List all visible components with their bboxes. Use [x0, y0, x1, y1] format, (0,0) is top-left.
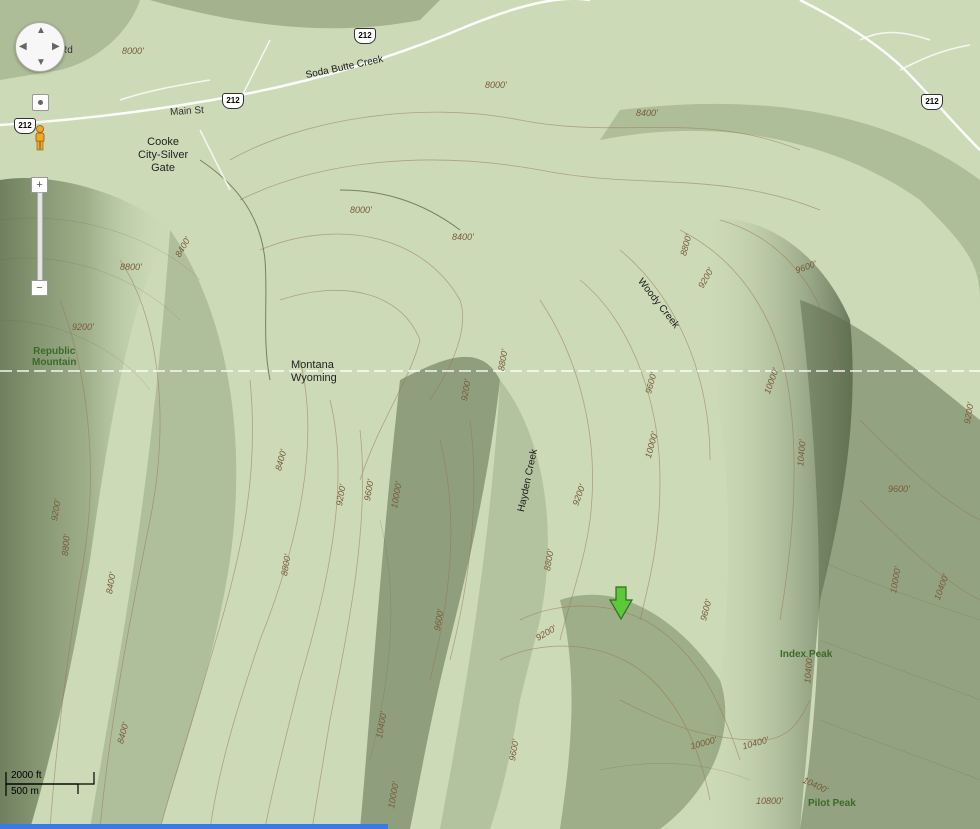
- scale-label-ft: 2000 ft: [11, 770, 42, 781]
- location-marker-icon[interactable]: [608, 586, 634, 620]
- pan-up-icon[interactable]: ▲: [36, 25, 46, 36]
- contour-label: 9600': [888, 484, 910, 494]
- contour-label: 8400': [452, 232, 474, 242]
- peak-label-pilot: Pilot Peak: [808, 798, 856, 809]
- zoom-out-button[interactable]: −: [31, 280, 48, 296]
- peak-label-index: Index Peak: [780, 649, 833, 660]
- route-shield-icon: 212: [354, 28, 376, 44]
- place-label-cooke-city: Cooke City-Silver Gate: [138, 136, 189, 174]
- pan-right-icon[interactable]: ▶: [52, 41, 60, 52]
- pan-control[interactable]: ▲ ▼ ◀ ▶: [15, 22, 65, 72]
- contour-label: 10800': [756, 796, 783, 806]
- contour-label: 8000': [485, 80, 507, 90]
- reset-view-button[interactable]: [32, 94, 49, 111]
- map-canvas[interactable]: 8000' 8000' 8000' 8400' 8400' 8400' 8400…: [0, 0, 980, 829]
- state-label-wyoming: Wyoming: [291, 372, 337, 384]
- scale-bar: 2000 ft 500 m: [5, 770, 100, 800]
- zoom-in-button[interactable]: +: [31, 177, 48, 193]
- road-label-main-st: Main St: [169, 104, 205, 119]
- zoom-slider-track[interactable]: [37, 192, 43, 282]
- loading-bar: [0, 824, 388, 829]
- route-shield-icon: 212: [921, 94, 943, 110]
- peak-label-republic: Republic Mountain: [32, 346, 77, 368]
- contour-label: 8400': [636, 108, 658, 118]
- contour-label: 8800': [120, 262, 142, 272]
- pan-left-icon[interactable]: ◀: [19, 41, 27, 52]
- street-view-pegman-icon[interactable]: [31, 125, 49, 151]
- contour-label: 9200': [72, 322, 94, 332]
- terrain-layer: [0, 0, 980, 829]
- scale-label-m: 500 m: [11, 786, 39, 797]
- reset-dot-icon: [38, 100, 43, 105]
- route-shield-icon: 212: [222, 93, 244, 109]
- contour-label: 8000': [350, 205, 372, 215]
- contour-label: 8000': [122, 46, 144, 56]
- state-label-montana: Montana: [291, 359, 334, 371]
- contour-label: 8800': [59, 533, 72, 557]
- pan-down-icon[interactable]: ▼: [36, 57, 46, 68]
